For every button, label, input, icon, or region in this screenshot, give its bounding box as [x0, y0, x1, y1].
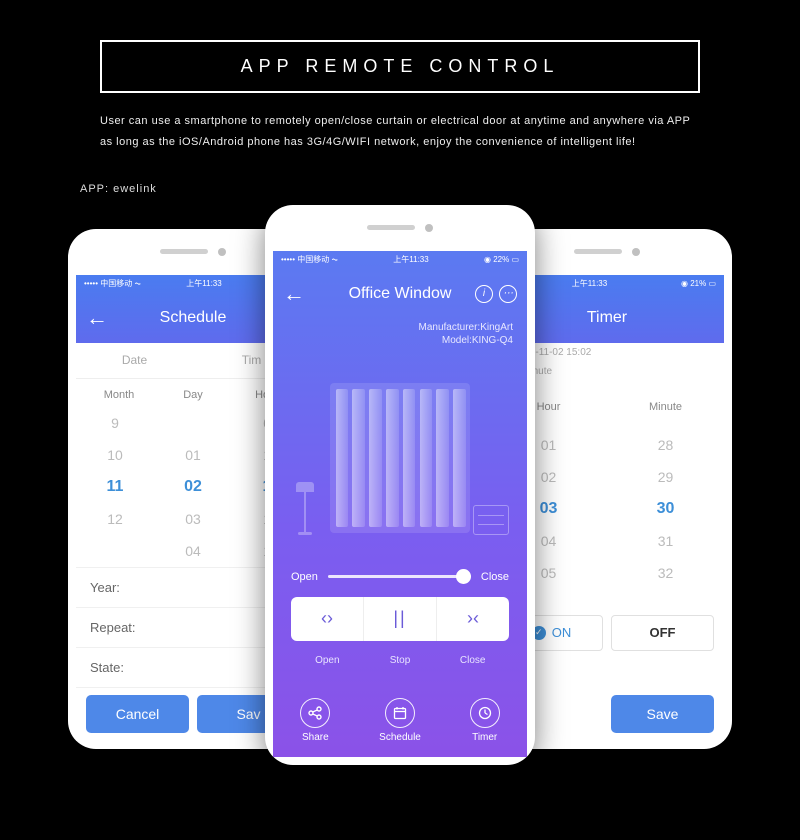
wheel-day: 01020304	[154, 407, 232, 567]
curtain-illustration	[273, 353, 527, 563]
bottom-actions: Share Schedule Timer	[273, 686, 527, 757]
tab-date[interactable]: Date	[76, 343, 193, 378]
phone-bezel	[265, 205, 535, 251]
curtain-icon	[330, 383, 470, 533]
open-icon: ‹›	[321, 608, 333, 629]
timer-off-button[interactable]: OFF	[611, 615, 714, 651]
control-labels: OpenStopClose	[291, 655, 509, 666]
header-main: ← Office Window i ⋯	[273, 269, 527, 319]
wheel-minute: Minute 2829303132	[607, 391, 724, 589]
phone-main: ••••• 中国移动 ⏦ 上午11:33 ◉ 22% ▭ ← Office Wi…	[265, 205, 535, 765]
slider-open-label: Open	[291, 571, 318, 583]
slider-thumb[interactable]	[456, 569, 471, 584]
back-arrow-icon[interactable]: ←	[86, 305, 108, 331]
slider-track[interactable]	[328, 575, 471, 578]
screen-main: ••••• 中国移动 ⏦ 上午11:33 ◉ 22% ▭ ← Office Wi…	[273, 251, 527, 757]
close-icon: ›‹	[467, 608, 479, 629]
status-bar: ••••• 中国移动 ⏦ 上午11:33 ◉ 22% ▭	[273, 251, 527, 269]
pause-icon: ||	[393, 608, 406, 629]
description: User can use a smartphone to remotely op…	[100, 111, 700, 153]
device-title: Office Window	[349, 285, 452, 303]
app-name-label: APP: ewelink	[80, 183, 800, 195]
phones-group: ••••• 中国移动 ⏦ 上午11:33 ◉ 22% ▭ ← Schedule …	[0, 205, 800, 765]
save-button[interactable]: Save	[611, 695, 714, 733]
stop-button[interactable]: ||	[364, 597, 437, 641]
slider-close-label: Close	[481, 571, 509, 583]
lamp-icon	[293, 482, 317, 535]
device-meta: Manufacturer:KingArt Model:KING-Q4	[273, 319, 527, 353]
share-button[interactable]: Share	[273, 698, 358, 743]
schedule-button[interactable]: Schedule	[358, 698, 443, 743]
open-button[interactable]: ‹›	[291, 597, 364, 641]
control-buttons: ‹› || ›‹	[291, 597, 509, 641]
banner-title: APP REMOTE CONTROL	[100, 40, 700, 93]
timer-button[interactable]: Timer	[442, 698, 527, 743]
close-button[interactable]: ›‹	[437, 597, 509, 641]
info-icon[interactable]: i	[475, 285, 493, 303]
back-arrow-icon[interactable]: ←	[283, 281, 305, 307]
page-title: Schedule	[160, 309, 227, 327]
dresser-icon	[473, 505, 509, 535]
page-title: Timer	[587, 309, 627, 327]
calendar-icon	[385, 698, 415, 728]
cancel-button[interactable]: Cancel	[86, 695, 189, 733]
more-icon[interactable]: ⋯	[499, 285, 517, 303]
wheel-month: 9101112	[76, 407, 154, 567]
clock-icon	[470, 698, 500, 728]
open-close-slider[interactable]: Open Close	[273, 563, 527, 597]
share-icon	[300, 698, 330, 728]
